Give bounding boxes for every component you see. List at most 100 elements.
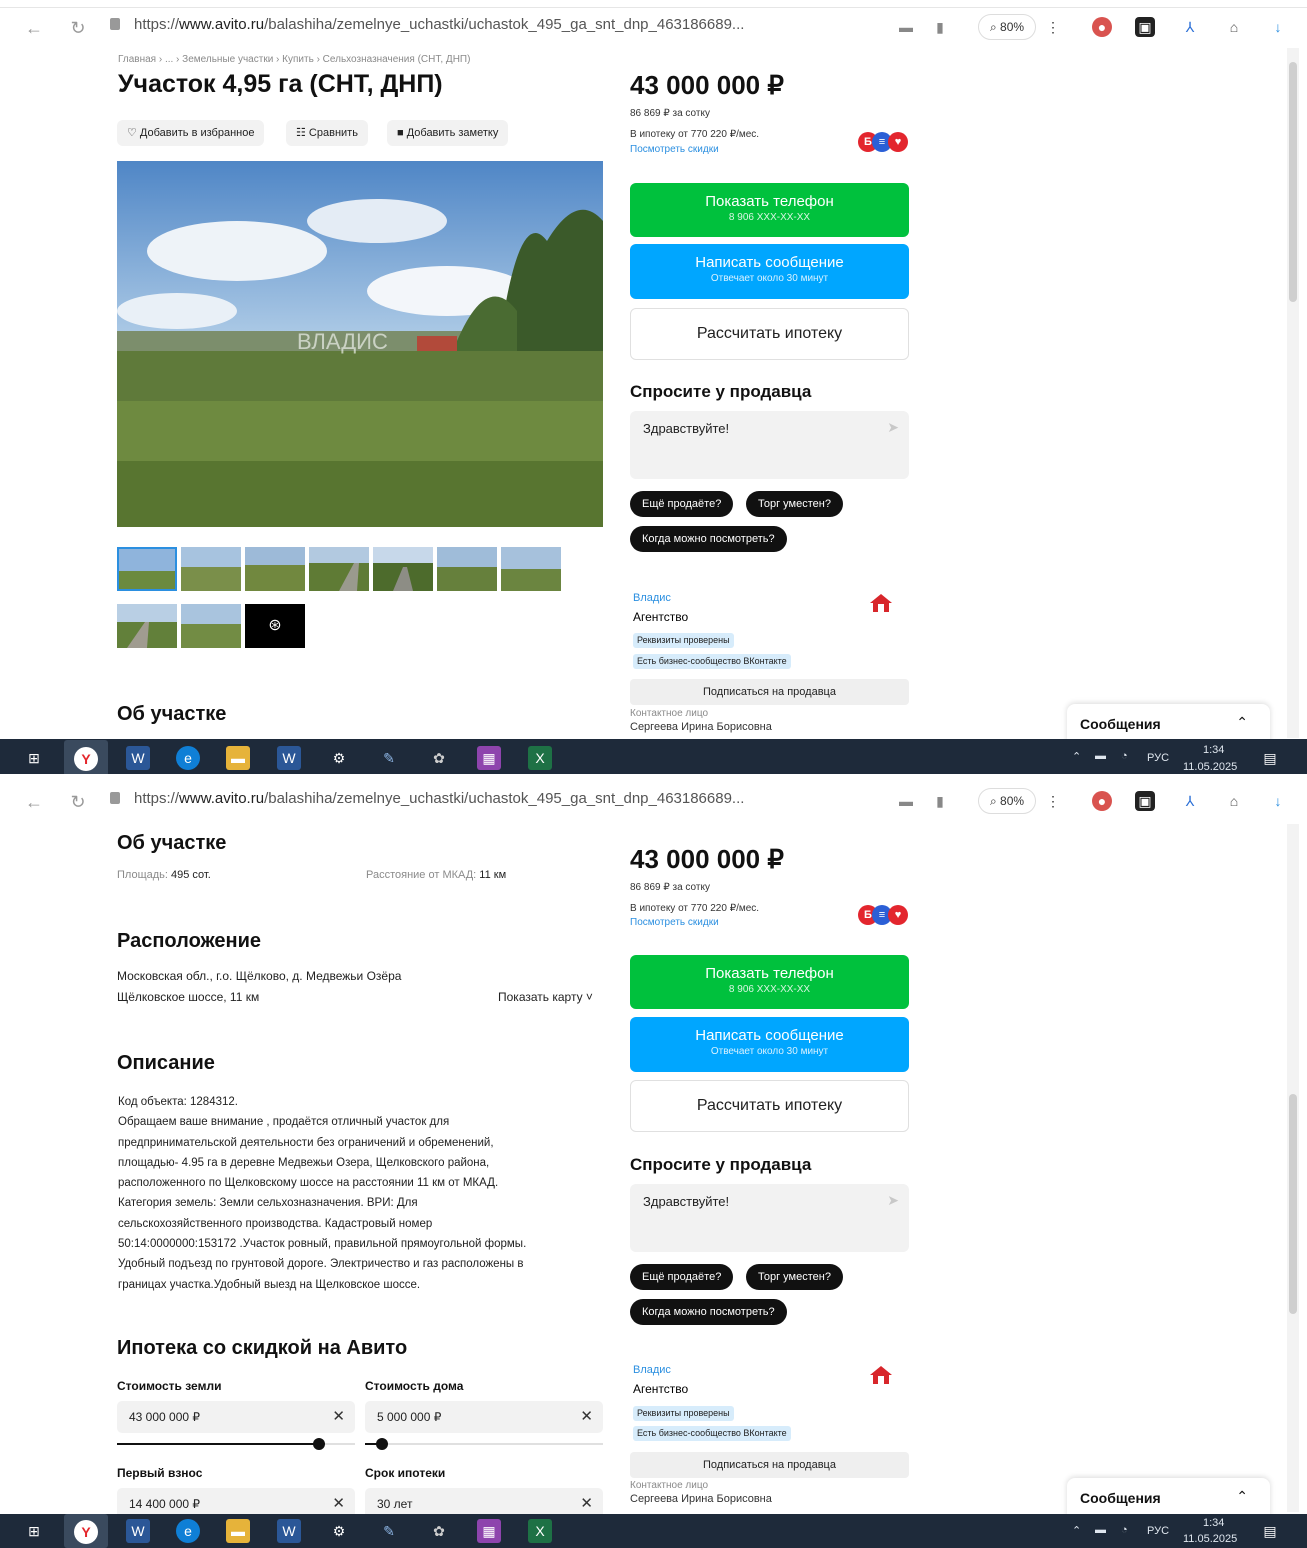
address-bar[interactable]: https://www.avito.ru/balashiha/zemelnye_… (110, 790, 960, 814)
quick-reply-when-view[interactable]: Когда можно посмотреть? (630, 1299, 787, 1325)
windows-start-icon[interactable]: ⊞ (22, 1519, 46, 1543)
word-icon[interactable]: W (126, 1519, 150, 1543)
downloads-icon[interactable]: ↓ (1268, 791, 1288, 811)
windows-start-icon[interactable]: ⊞ (22, 746, 46, 770)
zoom-indicator[interactable]: ⌕ 80% (978, 14, 1036, 40)
settings-gear-icon[interactable]: ⚙ (327, 746, 351, 770)
extension-tabs-icon[interactable]: ▣ (1135, 17, 1155, 37)
bookmark-icon[interactable]: ▮ (930, 791, 950, 811)
notifications-icon[interactable]: ▤ (1258, 1519, 1282, 1543)
zoom-indicator[interactable]: ⌕ 80% (978, 788, 1036, 814)
winrar-icon[interactable]: ▦ (477, 1519, 501, 1543)
scrollbar-thumb[interactable] (1289, 62, 1297, 302)
scrollbar-thumb[interactable] (1289, 1094, 1297, 1314)
thumbnail-7[interactable] (501, 547, 561, 591)
messages-widget[interactable]: Сообщения ⌃ (1067, 704, 1270, 744)
settings-gear-icon[interactable]: ⚙ (327, 1519, 351, 1543)
show-map-link[interactable]: Показать карту ˅ (498, 990, 593, 1004)
more-photos-icon[interactable]: ⊛ (245, 604, 305, 648)
seller-logo[interactable] (866, 592, 896, 616)
notifications-icon[interactable]: ▤ (1258, 746, 1282, 770)
notepad-icon[interactable]: ✎ (377, 1519, 401, 1543)
excel-icon[interactable]: X (528, 1519, 552, 1543)
subscribe-seller-button[interactable]: Подписаться на продавца (630, 679, 909, 705)
word-doc-icon[interactable]: W (277, 1519, 301, 1543)
clear-term-icon[interactable]: ✕ (580, 1494, 593, 1512)
thumbnail-3[interactable] (245, 547, 305, 591)
menu-dots-icon[interactable]: ⋮ (1043, 17, 1063, 37)
edge-icon[interactable]: e (176, 1519, 200, 1543)
tray-battery-icon[interactable]: ▬ (1095, 1524, 1106, 1536)
compare-button[interactable]: ☷ Сравнить (286, 120, 368, 146)
land-slider-knob[interactable] (313, 1438, 325, 1450)
yandex-browser-icon[interactable]: Y (64, 740, 108, 774)
tray-chevron-icon[interactable]: ⌃ (1072, 750, 1081, 763)
excel-icon[interactable]: X (528, 746, 552, 770)
discounts-link[interactable]: Посмотреть скидки (630, 144, 719, 155)
house-slider-knob[interactable] (376, 1438, 388, 1450)
extension-avito-icon[interactable]: ● (1092, 791, 1112, 811)
write-message-button[interactable]: Написать сообщение Отвечает около 30 мин… (630, 244, 909, 299)
calc-mortgage-button[interactable]: Рассчитать ипотеку (630, 308, 909, 360)
tray-date[interactable]: 11.05.2025 (1183, 761, 1237, 773)
land-cost-field[interactable]: 43 000 000 ₽ ✕ (117, 1401, 355, 1433)
extension-tag-icon[interactable]: ⌂ (1224, 17, 1244, 37)
word-icon[interactable]: W (126, 746, 150, 770)
extension-avito-icon[interactable]: ● (1092, 17, 1112, 37)
tray-chevron-icon[interactable]: ⌃ (1072, 1524, 1081, 1537)
tray-time[interactable]: 1:34 (1203, 744, 1224, 756)
subscribe-seller-button[interactable]: Подписаться на продавца (630, 1452, 909, 1478)
house-cost-field[interactable]: 5 000 000 ₽ ✕ (365, 1401, 603, 1433)
extension-translate-icon[interactable]: ⅄ (1180, 791, 1200, 811)
tray-lang[interactable]: РУС (1147, 752, 1169, 764)
send-icon[interactable]: ➤ (887, 419, 899, 436)
seller-logo[interactable] (866, 1364, 896, 1388)
thumbnail-8[interactable] (117, 604, 177, 648)
thumbnail-4[interactable] (309, 547, 369, 591)
tray-date[interactable]: 11.05.2025 (1183, 1533, 1237, 1545)
extension-tabs-icon[interactable]: ▣ (1135, 791, 1155, 811)
reload-icon[interactable]: ↻ (68, 18, 88, 39)
show-phone-button[interactable]: Показать телефон 8 906 XXX-XX-XX (630, 955, 909, 1009)
tray-wifi-icon[interactable]: ◔ (1121, 1524, 1128, 1536)
reader-icon[interactable]: ▬ (896, 791, 916, 811)
messages-widget[interactable]: Сообщения ⌃ (1067, 1478, 1270, 1518)
bookmark-icon[interactable]: ▮ (930, 17, 950, 37)
clear-down-payment-icon[interactable]: ✕ (332, 1494, 345, 1512)
quick-reply-bargain[interactable]: Торг уместен? (746, 491, 843, 517)
quick-reply-when-view[interactable]: Когда можно посмотреть? (630, 526, 787, 552)
quick-reply-bargain[interactable]: Торг уместен? (746, 1264, 843, 1290)
page-scrollbar[interactable] (1287, 824, 1299, 1512)
chevron-up-icon[interactable]: ⌃ (1236, 1488, 1248, 1505)
clear-land-cost-icon[interactable]: ✕ (332, 1407, 345, 1425)
clear-house-cost-icon[interactable]: ✕ (580, 1407, 593, 1425)
add-favorite-button[interactable]: ♡ Добавить в избранное (117, 120, 265, 146)
ask-seller-input[interactable]: Здравствуйте! ➤ (630, 411, 909, 479)
thumbnail-9[interactable] (181, 604, 241, 648)
tray-time[interactable]: 1:34 (1203, 1517, 1224, 1529)
notepad-icon[interactable]: ✎ (377, 746, 401, 770)
extension-translate-icon[interactable]: ⅄ (1180, 17, 1200, 37)
address-bar[interactable]: https://www.avito.ru/balashiha/zemelnye_… (110, 16, 960, 40)
ask-seller-input[interactable]: Здравствуйте! ➤ (630, 1184, 909, 1252)
seller-name-link[interactable]: Владис (633, 1364, 671, 1376)
word-doc-icon[interactable]: W (277, 746, 301, 770)
back-icon[interactable]: ← (24, 792, 44, 813)
edge-icon[interactable]: e (176, 746, 200, 770)
downloads-icon[interactable]: ↓ (1268, 17, 1288, 37)
paint-icon[interactable]: ✿ (427, 746, 451, 770)
chevron-up-icon[interactable]: ⌃ (1236, 714, 1248, 731)
thumbnail-2[interactable] (181, 547, 241, 591)
winrar-icon[interactable]: ▦ (477, 746, 501, 770)
quick-reply-still-selling[interactable]: Ещё продаёте? (630, 491, 734, 517)
file-explorer-icon[interactable]: ▬ (226, 1519, 250, 1543)
seller-name-link[interactable]: Владис (633, 592, 671, 604)
extension-tag-icon[interactable]: ⌂ (1224, 791, 1244, 811)
discounts-link[interactable]: Посмотреть скидки (630, 917, 719, 928)
yandex-browser-icon[interactable]: Y (64, 1514, 108, 1548)
tray-lang[interactable]: РУС (1147, 1525, 1169, 1537)
reload-icon[interactable]: ↻ (68, 792, 88, 813)
back-icon[interactable]: ← (24, 18, 44, 39)
main-photo[interactable]: ВЛАДИС (117, 161, 603, 527)
quick-reply-still-selling[interactable]: Ещё продаёте? (630, 1264, 734, 1290)
